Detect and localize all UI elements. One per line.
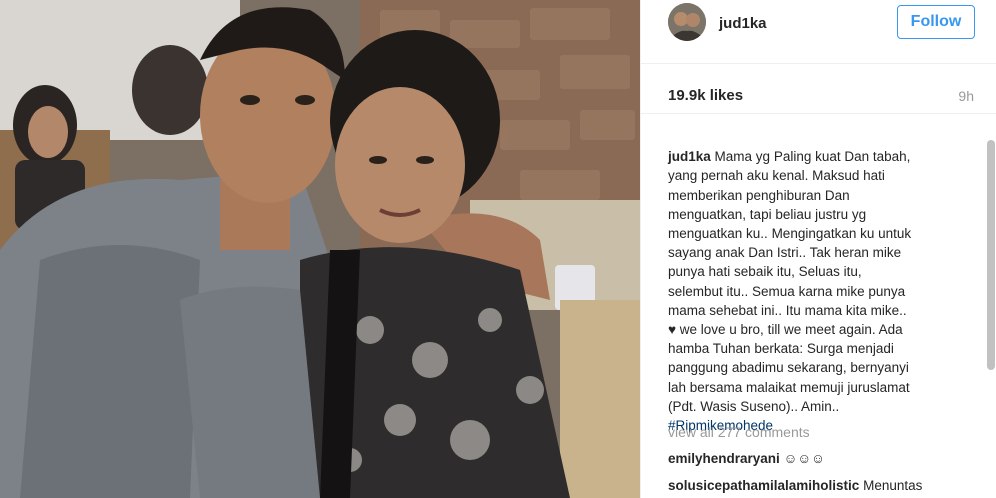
view-all-comments-link[interactable]: view all 277 comments <box>668 424 810 440</box>
caption-line: yang pernah aku kenal. Maksud hati <box>668 168 885 184</box>
post-caption: jud1ka Mama yg Paling kuat Dan tabah, ya… <box>668 128 958 435</box>
comment-item: emilyhendraryani ☺☺☺ <box>668 451 825 466</box>
caption-line: mama sehebat ini.. Itu mama kita mike.. <box>668 302 907 318</box>
post-username[interactable]: jud1ka <box>719 15 767 32</box>
post-timestamp: 9h <box>958 88 974 104</box>
comment-username[interactable]: emilyhendraryani <box>668 451 780 466</box>
comment-text: Menuntas <box>863 478 923 493</box>
caption-username[interactable]: jud1ka <box>668 149 711 164</box>
comment-item: solusicepathamilalamiholistic Menuntas <box>668 478 922 493</box>
post-header: jud1ka Follow <box>641 0 996 64</box>
caption-line: menguatkan, tapi beliau justru yg <box>668 206 867 222</box>
caption-line: memberikan penghiburan Dan <box>668 187 850 203</box>
comment-text: ☺☺☺ <box>783 451 825 466</box>
caption-line: punya hati sebaik itu, Seluas itu, <box>668 264 862 280</box>
likes-count[interactable]: 19.9k likes <box>668 87 743 104</box>
caption-line: menguatkan ku.. Mengingatkan ku untuk <box>668 226 912 242</box>
comment-username[interactable]: solusicepathamilalamiholistic <box>668 478 859 493</box>
caption-line: ♥ we love u bro, till we meet again. Ada <box>668 322 903 338</box>
follow-button[interactable]: Follow <box>897 5 975 39</box>
caption-line: (Pdt. Wasis Suseno).. Amin.. <box>668 398 840 414</box>
comments-scrollbar[interactable] <box>987 140 995 370</box>
caption-line: sayang anak Dan Istri.. Tak heran mike <box>668 245 902 261</box>
avatar[interactable] <box>668 3 706 41</box>
caption-line: hamba Tuhan berkata: Surga menjadi <box>668 341 894 357</box>
post-details-panel: jud1ka Follow 19.9k likes 9h jud1ka Mama… <box>640 0 996 498</box>
caption-line: selembut itu.. Semua karna mike punya <box>668 283 906 299</box>
caption-line: lah bersama malaikat memuji juruslamat <box>668 379 910 395</box>
caption-line: panggung abadimu sekarang, bernyanyi <box>668 360 909 376</box>
post-photo[interactable] <box>0 0 640 498</box>
caption-line: Mama yg Paling kuat Dan tabah, <box>714 149 911 165</box>
comments-section: jud1ka Mama yg Paling kuat Dan tabah, ya… <box>641 113 996 498</box>
